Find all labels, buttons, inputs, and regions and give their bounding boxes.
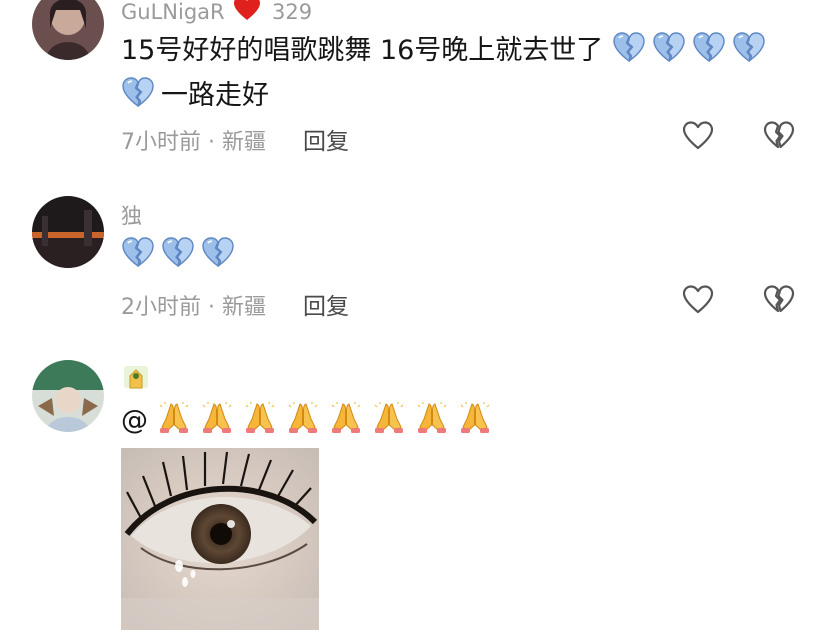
comment-text: 15号好好的唱歌跳舞 16号晚上就去世了 一路走好 xyxy=(121,28,801,118)
broken-heart-icon xyxy=(652,31,686,65)
meta-separator: · xyxy=(208,130,215,155)
username-text[interactable]: GuLNigaR xyxy=(121,0,225,24)
red-heart-icon xyxy=(234,0,261,20)
comment-username[interactable]: 独 xyxy=(121,200,142,230)
comment-username[interactable]: GuLNigaR 329 xyxy=(121,0,312,24)
folded-hands-icon xyxy=(329,401,363,435)
broken-heart-icon xyxy=(612,31,646,65)
heart-outline-icon[interactable] xyxy=(681,119,715,153)
reply-button[interactable]: 回复 xyxy=(303,294,349,320)
broken-heart-icon xyxy=(692,31,726,65)
folded-hands-icon xyxy=(157,401,191,435)
broken-heart-icon xyxy=(201,236,235,270)
folded-hands-icon xyxy=(415,401,449,435)
broken-heart-icon xyxy=(121,236,155,270)
comment-time: 7小时前 xyxy=(121,130,201,155)
broken-heart-icon xyxy=(121,76,155,110)
comment-time: 2小时前 xyxy=(121,295,201,320)
profile-emoji-icon xyxy=(124,366,148,389)
comment-like-count: 329 xyxy=(272,0,313,24)
avatar[interactable] xyxy=(32,360,104,432)
comment-location: 新疆 xyxy=(222,295,267,320)
broken-heart-outline-icon[interactable] xyxy=(762,119,796,153)
heart-outline-icon[interactable] xyxy=(681,283,715,317)
broken-heart-icon xyxy=(732,31,766,65)
comment-image-crying-eye[interactable] xyxy=(121,448,319,630)
avatar[interactable] xyxy=(32,0,104,60)
folded-hands-icon xyxy=(243,401,277,435)
folded-hands-icon xyxy=(286,401,320,435)
comment-location: 新疆 xyxy=(222,130,267,155)
meta-separator: · xyxy=(208,295,215,320)
mention-prefix[interactable]: @ xyxy=(121,405,148,436)
folded-hands-icon xyxy=(200,401,234,435)
broken-heart-icon xyxy=(161,236,195,270)
comment-text-suffix: 一路走好 xyxy=(161,80,269,111)
comment-text: @ xyxy=(121,398,801,443)
comment-meta: 2小时前 · 新疆 回复 xyxy=(121,287,349,321)
reply-button[interactable]: 回复 xyxy=(303,129,349,155)
comment-meta: 7小时前 · 新疆 回复 xyxy=(121,122,349,156)
folded-hands-icon xyxy=(458,401,492,435)
folded-hands-icon xyxy=(372,401,406,435)
avatar[interactable] xyxy=(32,196,104,268)
broken-heart-outline-icon[interactable] xyxy=(762,283,796,317)
comment-text xyxy=(121,233,801,278)
comment-text-main: 15号好好的唱歌跳舞 16号晚上就去世了 xyxy=(121,35,604,66)
comment-username[interactable] xyxy=(121,362,151,397)
username-text[interactable]: 独 xyxy=(121,204,142,228)
